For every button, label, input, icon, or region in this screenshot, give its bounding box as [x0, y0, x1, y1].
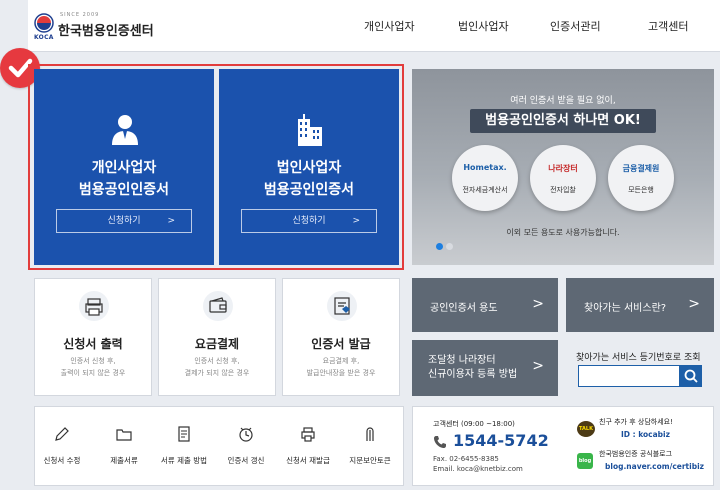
tool-submission-method[interactable]: 서류 제출 방법: [159, 425, 209, 466]
logo-since: SINCE 2009: [60, 12, 100, 18]
tracking-search-label: 찾아가는 서비스 등기번호로 조회: [576, 353, 701, 363]
pencil-icon: [55, 427, 69, 441]
clock-icon: [239, 427, 253, 442]
service-caption: 전자입찰: [550, 186, 576, 194]
tool-fingerprint-token[interactable]: 지문보안토큰: [345, 425, 395, 466]
service-desc: 인증서 신청 후, 출력이 되지 않은 경우: [60, 357, 126, 377]
kakaotalk-icon[interactable]: TALK: [577, 421, 595, 437]
tool-documents[interactable]: 제출서류: [99, 425, 149, 466]
banner-subtitle: 여러 인증서 받을 필요 없이,: [510, 96, 616, 106]
nav-customer-center[interactable]: 고객센터: [648, 18, 688, 34]
logo-name: 한국범용인증센터: [58, 24, 154, 39]
card-title-line2: 범용공인인증서: [263, 182, 355, 198]
chevron-right-icon: >: [532, 358, 544, 374]
apply-label: 신청하기: [292, 216, 326, 226]
certificate-usage-button[interactable]: 공인인증서 용도 >: [412, 278, 558, 332]
certificate-icon: [327, 291, 357, 321]
individual-cert-card[interactable]: 개인사업자 범용공인인증서 신청하기 >: [34, 69, 214, 265]
card-title-line1: 법인사업자: [276, 160, 342, 176]
document-icon: [178, 426, 190, 442]
apply-label: 신청하기: [107, 216, 141, 226]
chevron-right-icon: >: [352, 216, 360, 226]
service-circle-kftc: 금융결제원 모든은행: [608, 145, 674, 211]
print-application-card[interactable]: 신청서 출력 인증서 신청 후, 출력이 되지 않은 경우: [34, 278, 152, 396]
service-circle-naramarket: 나라장터 전자입찰: [530, 145, 596, 211]
chevron-right-icon: >: [688, 296, 700, 312]
card-title-line2: 범용공인인증서: [78, 182, 170, 198]
naramarket-logo: 나라장터: [548, 164, 578, 173]
tool-edit-application[interactable]: 신청서 수정: [37, 425, 87, 466]
button-label: 공인인증서 용도: [430, 303, 498, 314]
service-desc: 요금결제 후, 발급안내장을 받은 경우: [306, 357, 376, 377]
nav-corporate[interactable]: 법인사업자: [458, 18, 509, 34]
service-title: 요금결제: [194, 337, 240, 351]
chevron-right-icon: >: [532, 296, 544, 312]
contact-hours-label: 고객센터 (09:00 ~18:00): [433, 420, 515, 428]
service-caption: 모든은행: [628, 186, 654, 194]
corporate-cert-card[interactable]: 법인사업자 범용공인인증서 신청하기 >: [219, 69, 399, 265]
individual-apply-button[interactable]: 신청하기 >: [56, 209, 192, 233]
blog-text: 한국범용인증 공식블로그: [599, 450, 673, 458]
card-title-line1: 개인사업자: [91, 160, 157, 176]
fingerprint-icon: [366, 427, 374, 441]
logo-mark-icon: [34, 13, 54, 33]
fax-number: Fax. 02-6455-8385: [433, 455, 499, 463]
button-label: 조달청 나라장터 신규이용자 등록 방법: [428, 355, 518, 380]
kakao-text: 친구 추가 후 상담하세요!: [599, 418, 673, 426]
email-address[interactable]: Email. koca@knetbiz.com: [433, 465, 523, 473]
site-header: SINCE 2009 한국범용인증센터 KOCA 개인사업자 법인사업자 인증서…: [28, 0, 720, 52]
folder-icon: [116, 429, 132, 441]
issue-certificate-card[interactable]: 인증서 발급 요금결제 후, 발급안내장을 받은 경우: [282, 278, 400, 396]
kakao-id[interactable]: ID : kocabiz: [621, 430, 670, 439]
contact-panel: 고객센터 (09:00 ~18:00) 1544-5742 Fax. 02-64…: [412, 406, 714, 486]
banner-footer: 이외 모든 용도로 사용가능합니다.: [506, 228, 620, 237]
chevron-right-icon: >: [167, 216, 175, 226]
naramarket-registration-button[interactable]: 조달청 나라장터 신규이용자 등록 방법 >: [412, 340, 558, 396]
logo-koca: KOCA: [34, 34, 54, 41]
button-label: 찾아가는 서비스란?: [584, 303, 667, 314]
service-desc: 인증서 신청 후, 결제가 되지 않은 경우: [184, 357, 250, 377]
nav-individual[interactable]: 개인사업자: [364, 18, 415, 34]
payment-card[interactable]: 요금결제 인증서 신청 후, 결제가 되지 않은 경우: [158, 278, 276, 396]
quick-tools: 신청서 수정 제출서류 서류 제출 방법 인증서 갱신 신청서 재발급 지문보안…: [34, 406, 404, 486]
blog-icon[interactable]: blog: [577, 453, 593, 469]
tool-reissue-application[interactable]: 신청서 재발급: [283, 425, 333, 466]
wallet-icon: [203, 291, 233, 321]
search-button[interactable]: [680, 365, 702, 387]
search-icon: [684, 369, 698, 383]
phone-icon: [434, 436, 446, 448]
site-logo[interactable]: SINCE 2009 한국범용인증센터 KOCA: [34, 10, 194, 42]
tool-renew-certificate[interactable]: 인증서 갱신: [221, 425, 271, 466]
printer-icon: [79, 291, 109, 321]
service-circle-hometax: Hometax. 전자세금계산서: [452, 145, 518, 211]
slide-dot-1[interactable]: [436, 243, 443, 250]
find-service-button[interactable]: 찾아가는 서비스란? >: [566, 278, 714, 332]
hometax-logo: Hometax.: [463, 163, 507, 172]
phone-number[interactable]: 1544-5742: [453, 431, 549, 450]
service-title: 인증서 발급: [311, 337, 371, 351]
service-title: 신청서 출력: [63, 337, 123, 351]
corporate-apply-button[interactable]: 신청하기 >: [241, 209, 377, 233]
promo-banner[interactable]: 여러 인증서 받을 필요 없이, 범용공인인증서 하나면 OK! Hometax…: [412, 69, 714, 265]
tracking-number-input[interactable]: [578, 365, 680, 387]
blog-url[interactable]: blog.naver.com/certibiz: [605, 462, 704, 471]
building-icon: [298, 114, 322, 146]
service-caption: 전자세금계산서: [462, 186, 508, 194]
slide-dot-2[interactable]: [446, 243, 453, 250]
printer-icon: [301, 427, 315, 442]
kftc-logo: 금융결제원: [622, 164, 660, 173]
banner-headline: 범용공인인증서 하나면 OK!: [470, 109, 656, 133]
nav-certificate-management[interactable]: 인증서관리: [550, 18, 601, 34]
person-icon: [112, 115, 138, 145]
